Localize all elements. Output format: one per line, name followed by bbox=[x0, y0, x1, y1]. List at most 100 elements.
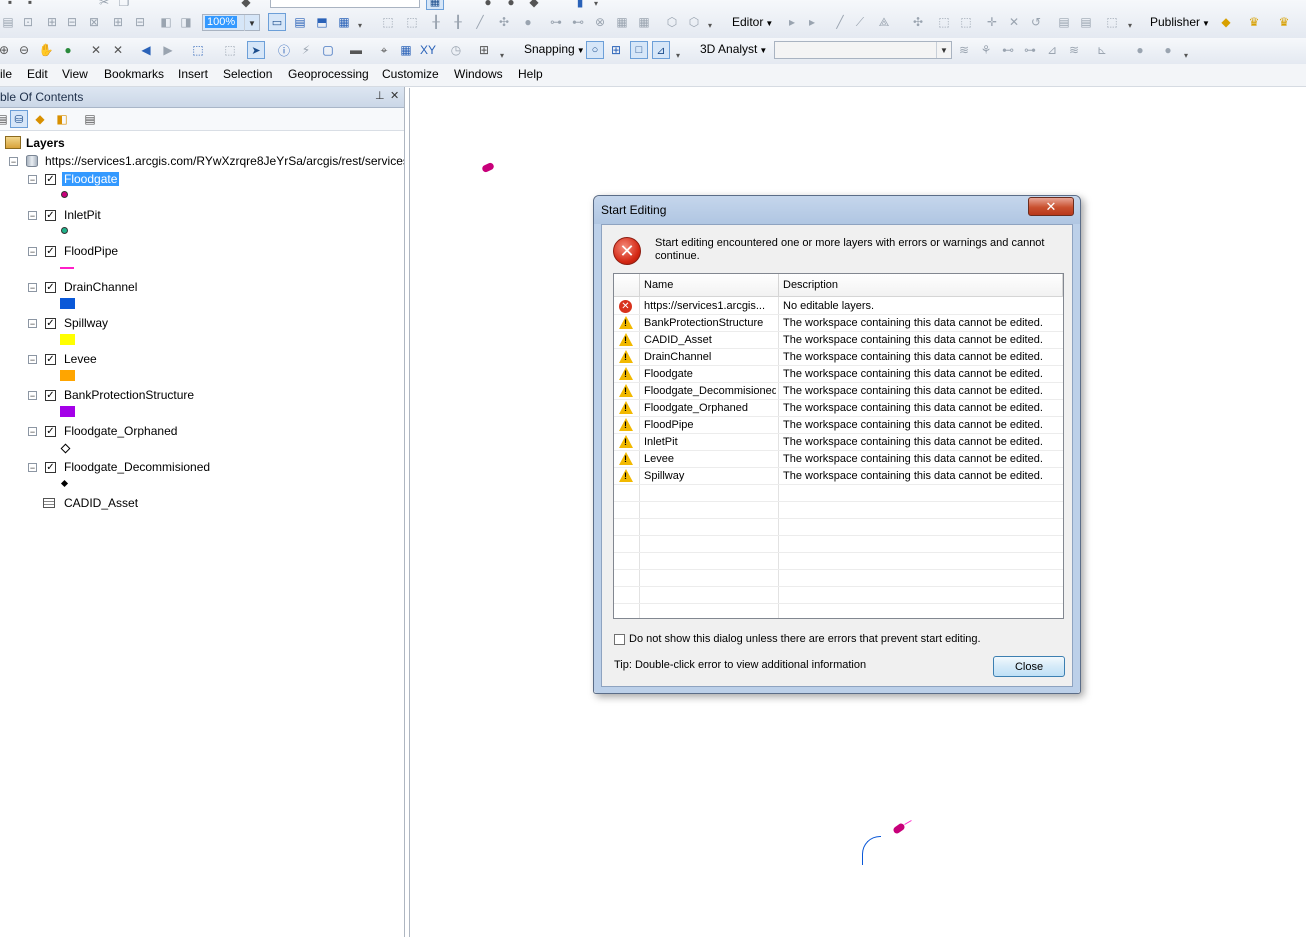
menu-file[interactable]: ile bbox=[0, 67, 12, 81]
layer-symbol-swatch[interactable] bbox=[61, 191, 68, 198]
profile-graph-icon[interactable]: ⊾ bbox=[1094, 42, 1110, 58]
full-extent-icon[interactable]: ● bbox=[60, 42, 76, 58]
table-row[interactable]: ✕ https://services1.arcgis... No editable … bbox=[614, 298, 1063, 315]
table-row[interactable] bbox=[614, 604, 1063, 618]
endpoint-arc-icon[interactable]: ╂ bbox=[450, 14, 466, 30]
collapse-icon[interactable]: − bbox=[9, 157, 18, 167]
table-row[interactable]: CADID_Asset The workspace containing this… bbox=[614, 332, 1063, 349]
errors-grid[interactable]: Name Description ✕ https://services1.arcg… bbox=[613, 273, 1064, 619]
straight-line-icon[interactable]: ╱ bbox=[832, 14, 848, 30]
zoom-control-out-icon[interactable]: ⊟ bbox=[132, 14, 148, 30]
attributes-icon[interactable]: ▤ bbox=[1056, 14, 1072, 30]
editor-menu[interactable]: Editor ▼ bbox=[732, 15, 773, 29]
table-row[interactable]: Floodgate The workspace containing this d… bbox=[614, 366, 1063, 383]
layer-name-label[interactable]: InletPit bbox=[64, 208, 101, 222]
snapping-menu[interactable]: Snapping ▼ bbox=[524, 42, 585, 56]
layer-name-label[interactable]: DrainChannel bbox=[64, 280, 137, 294]
collapse-icon[interactable]: − bbox=[28, 283, 37, 293]
zoom-full-icon[interactable]: ● bbox=[503, 0, 519, 10]
cut-polygons-icon[interactable]: ⬚ bbox=[958, 14, 974, 30]
rotate-icon[interactable]: ✕ bbox=[1006, 14, 1022, 30]
3d-analyst-layer-combo[interactable]: ▼ bbox=[774, 41, 952, 59]
layer-visibility-checkbox[interactable]: ✓ bbox=[45, 354, 56, 365]
share-map-icon[interactable]: ⬒ bbox=[314, 14, 330, 30]
cut-icon[interactable]: ✂ bbox=[96, 0, 112, 10]
change-layout-button[interactable]: ▭ bbox=[268, 13, 286, 31]
add-data-icon[interactable]: ● bbox=[480, 0, 496, 10]
layout-zoom-combo[interactable]: 100% ▼ bbox=[202, 14, 260, 31]
collapse-icon[interactable]: − bbox=[28, 175, 37, 185]
toolbar-grip[interactable]: ▾ bbox=[1128, 22, 1134, 30]
menu-edit[interactable]: Edit bbox=[27, 67, 48, 81]
table-row[interactable]: Levee The workspace containing this data … bbox=[614, 451, 1063, 468]
toolbar-grip[interactable]: ▾ bbox=[594, 0, 600, 8]
collapse-icon[interactable]: − bbox=[28, 427, 37, 437]
interpolate-point-icon[interactable]: ⊶ bbox=[1022, 42, 1038, 58]
table-row[interactable] bbox=[614, 502, 1063, 519]
menu-geoprocessing[interactable]: Geoprocessing bbox=[288, 67, 369, 81]
table-row[interactable]: DrainChannel The workspace containing thi… bbox=[614, 349, 1063, 366]
toc-layer-row[interactable]: − ✓ Floodgate bbox=[0, 171, 404, 205]
python-icon[interactable]: ▮ bbox=[572, 0, 588, 10]
collapse-icon[interactable]: − bbox=[28, 247, 37, 257]
table-row[interactable] bbox=[614, 536, 1063, 553]
create-features-icon[interactable]: ⬚ bbox=[1104, 14, 1120, 30]
toc-layers-root[interactable]: Layers bbox=[0, 135, 404, 151]
layer-name-label[interactable]: Floodgate_Orphaned bbox=[64, 424, 177, 438]
table-row[interactable]: Spillway The workspace containing this da… bbox=[614, 468, 1063, 485]
menu-help[interactable]: Help bbox=[518, 67, 543, 81]
menu-customize[interactable]: Customize bbox=[382, 67, 439, 81]
table-row[interactable] bbox=[614, 553, 1063, 570]
toc-layer-row[interactable]: − ✓ InletPit bbox=[0, 207, 404, 241]
zoom-100-icon[interactable]: ⊞ bbox=[44, 14, 60, 30]
menu-windows[interactable]: Windows bbox=[454, 67, 503, 81]
select-features-icon[interactable]: ⬚ bbox=[190, 42, 206, 58]
layer-name-label[interactable]: Spillway bbox=[64, 316, 108, 330]
menu-view[interactable]: View bbox=[62, 67, 88, 81]
grid-a-icon[interactable]: ▦ bbox=[614, 14, 630, 30]
layer-symbol-swatch[interactable] bbox=[60, 298, 75, 309]
toolbar-grip[interactable]: ▾ bbox=[500, 52, 506, 60]
layer-visibility-checkbox[interactable]: ✓ bbox=[45, 246, 56, 257]
edge-snapping-button[interactable]: ⊿ bbox=[652, 41, 670, 59]
point-icon[interactable]: ✣ bbox=[496, 14, 512, 30]
menu-bookmarks[interactable]: Bookmarks bbox=[104, 67, 164, 81]
interpolate-polygon-icon[interactable]: ≋ bbox=[1066, 42, 1082, 58]
publisher-settings-icon[interactable]: ◆ bbox=[1218, 14, 1234, 30]
layer-symbol-swatch[interactable] bbox=[60, 406, 75, 417]
html-popup-icon[interactable]: ▢ bbox=[320, 42, 336, 58]
end-snapping-icon[interactable]: ⊞ bbox=[608, 42, 624, 58]
layer-visibility-checkbox[interactable]: ✓ bbox=[45, 462, 56, 473]
fixed-zoom-in-icon[interactable]: ✕ bbox=[88, 42, 104, 58]
layer-visibility-checkbox[interactable]: ✓ bbox=[45, 174, 56, 185]
toc-layer-row[interactable]: − ✓ BankProtectionStructure bbox=[0, 387, 404, 421]
topology-icon[interactable]: ⊶ bbox=[548, 14, 564, 30]
publisher-export-icon[interactable]: ♛ bbox=[1246, 14, 1262, 30]
close-icon[interactable]: ✕ bbox=[390, 89, 399, 102]
layer-name-label[interactable]: Floodgate_Decommisioned bbox=[64, 460, 210, 474]
sketch-tool-icon[interactable]: ⟋ bbox=[852, 14, 868, 30]
table-row[interactable] bbox=[614, 587, 1063, 604]
chevron-down-icon[interactable]: ▼ bbox=[936, 42, 951, 58]
pan-icon[interactable]: ✋ bbox=[38, 42, 54, 58]
go-back-extent-icon[interactable]: ⊠ bbox=[86, 14, 102, 30]
3d-analyst-menu[interactable]: 3D Analyst ▼ bbox=[700, 42, 767, 56]
chevron-down-icon[interactable]: ▼ bbox=[244, 15, 259, 31]
list-by-source-button[interactable]: ⛁ bbox=[10, 110, 28, 128]
table-row[interactable]: Floodgate_Decommisioned The workspace con… bbox=[614, 383, 1063, 400]
grid-b-icon[interactable]: ▦ bbox=[636, 14, 652, 30]
list-by-drawing-order-icon[interactable]: ▤ bbox=[0, 111, 10, 127]
layer-visibility-checkbox[interactable]: ✓ bbox=[45, 282, 56, 293]
find-route-icon[interactable]: ▦ bbox=[398, 42, 414, 58]
drain-channel-feature-line[interactable] bbox=[862, 836, 881, 865]
split-tool-icon[interactable]: ✣ bbox=[910, 14, 926, 30]
publisher-pmf-icon[interactable]: ♛ bbox=[1276, 14, 1292, 30]
grid-header-description[interactable]: Description bbox=[779, 274, 1063, 297]
table-row[interactable]: InletPit The workspace containing this da… bbox=[614, 434, 1063, 451]
catalog-icon[interactable]: ◆ bbox=[526, 0, 542, 10]
time-slider-icon[interactable]: ◷ bbox=[448, 42, 464, 58]
find-icon[interactable]: ⌖ bbox=[376, 42, 392, 58]
table-row[interactable] bbox=[614, 485, 1063, 502]
toolbar-grip[interactable]: ▾ bbox=[358, 22, 364, 30]
toolbar-grip[interactable]: ▾ bbox=[1184, 52, 1190, 60]
